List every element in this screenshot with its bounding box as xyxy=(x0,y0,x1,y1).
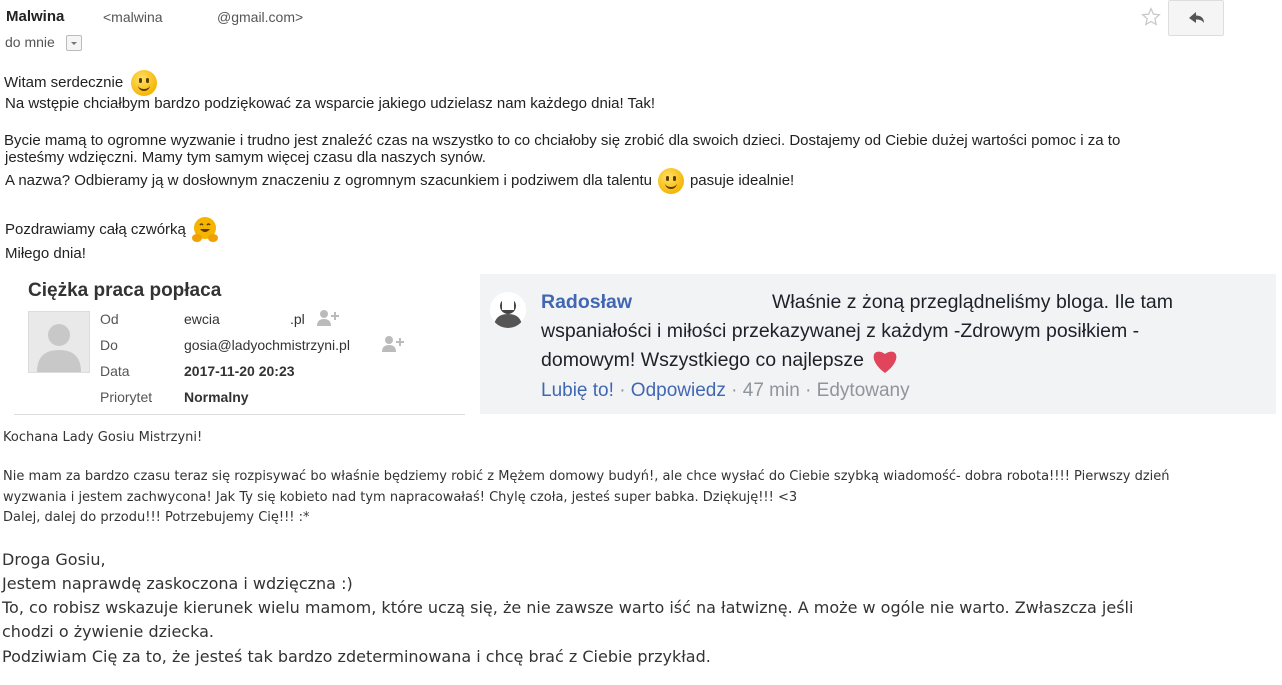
heart-emoji xyxy=(873,351,897,373)
msg4-line3: To, co robisz wskazuje kierunek wielu ma… xyxy=(2,598,1134,617)
sender-email-start: <malwina xyxy=(103,9,163,25)
email2-priority-row: Priorytet xyxy=(100,389,153,405)
star-icon[interactable] xyxy=(1141,7,1161,32)
fb-edited[interactable]: Edytowany xyxy=(817,380,910,401)
email1-line2a: Bycie mamą to ogromne wyzwanie i trudno … xyxy=(4,132,1121,149)
email2-subject: Ciężka praca popłaca xyxy=(28,280,222,301)
add-contact-icon[interactable] xyxy=(316,309,339,326)
email1-closing2: Miłego dnia! xyxy=(5,245,86,262)
email1-line3: A nazwa? Odbieramy ją w dosłownym znacze… xyxy=(5,168,794,194)
email1-closing1: Pozdrawiamy całą czwórką xyxy=(5,215,220,245)
fb-actions: Lubię to! · Odpowiedz · 47 min · Edytowa… xyxy=(541,380,910,401)
msg4-line2: Jestem naprawdę zaskoczona i wdzięczna :… xyxy=(2,574,353,593)
email1-greeting: Witam serdecznie xyxy=(4,70,158,96)
smile-emoji xyxy=(657,168,684,194)
email2-from-value: ewcia xyxy=(184,311,220,327)
email2-from-row: Od xyxy=(100,311,119,327)
recipient-label: do mnie xyxy=(5,34,55,50)
fb-comment-line1: Radosław xyxy=(541,288,632,317)
reply-button[interactable] xyxy=(1168,0,1224,36)
email2-date-value: 2017-11-20 20:23 xyxy=(184,363,295,379)
email2-to-row: Do xyxy=(100,337,118,353)
msg3-line1: Kochana Lady Gosiu Mistrzyni! xyxy=(3,430,203,445)
msg4-line4: chodzi o żywienie dziecka. xyxy=(2,622,214,641)
add-contact-icon[interactable] xyxy=(381,335,404,352)
msg4-line1: Droga Gosiu, xyxy=(2,550,106,569)
fb-like-link[interactable]: Lubię to! xyxy=(541,380,614,401)
email1-line1: Na wstępie chciałbym bardzo podziękować … xyxy=(5,95,656,112)
reply-icon xyxy=(1189,12,1204,23)
fb-comment-line3: domowym! Wszystkiego co najlepsze xyxy=(541,346,900,375)
dropdown-icon[interactable] xyxy=(66,35,82,51)
smile-emoji xyxy=(131,70,158,96)
hug-emoji xyxy=(190,215,220,245)
fb-reply-link[interactable]: Odpowiedz xyxy=(631,380,726,401)
email2-date-row: Data xyxy=(100,363,130,379)
email2-priority-value: Normalny xyxy=(184,389,249,405)
sender-email-end: @gmail.com> xyxy=(217,9,304,25)
msg3-line4: Dalej, dalej do przodu!!! Potrzebujemy C… xyxy=(3,510,310,525)
email2-from-domain: .pl xyxy=(290,311,305,327)
avatar xyxy=(28,311,90,373)
msg3-line3: wyzwania i jestem zachwycona! Jak Ty się… xyxy=(3,490,798,505)
divider xyxy=(14,414,465,415)
email1-line2b: jesteśmy wdzięczni. Mamy tym samym więce… xyxy=(5,149,486,166)
fb-text2: wspaniałości i miłości przekazywanej z k… xyxy=(541,320,1140,342)
msg4-line5: Podziwiam Cię za to, że jesteś tak bardz… xyxy=(2,647,711,666)
sender-name[interactable]: Malwina xyxy=(6,8,64,26)
email2-to-value: gosia@ladyochmistrzyni.pl xyxy=(184,337,350,353)
fb-author-link[interactable]: Radosław xyxy=(541,291,632,313)
msg3-line2: Nie mam za bardzo czasu teraz się rozpis… xyxy=(3,469,1170,484)
fb-avatar[interactable] xyxy=(490,292,526,328)
fb-time[interactable]: 47 min xyxy=(743,380,800,401)
fb-text1: Właśnie z żoną przeglądneliśmy bloga. Il… xyxy=(772,291,1174,313)
